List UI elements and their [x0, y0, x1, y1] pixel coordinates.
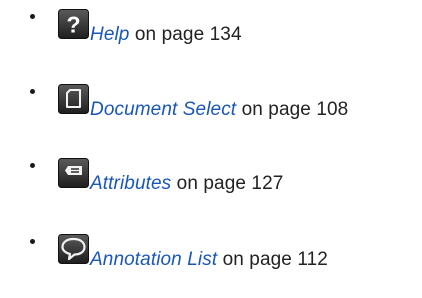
attributes-icon — [58, 158, 89, 188]
bullet — [30, 239, 35, 244]
help-icon: ? — [58, 9, 89, 39]
document-icon — [58, 84, 89, 114]
speech-bubble-icon — [58, 234, 89, 264]
help-link[interactable]: Help — [90, 24, 129, 45]
page-reference: on page 108 — [241, 99, 349, 120]
list-item: Annotation List on page 112 — [0, 232, 422, 276]
bullet — [30, 163, 35, 168]
bullet — [30, 14, 35, 19]
reference-text: Annotation List on page 112 — [90, 248, 328, 272]
list-item: ? Help on page 134 — [0, 7, 422, 51]
list-item: Attributes on page 127 — [0, 156, 422, 200]
bullet — [30, 89, 35, 94]
list-item: Document Select on page 108 — [0, 82, 422, 126]
reference-list: ? Help on page 134 Document Select on pa… — [0, 0, 422, 298]
page-reference: on page 134 — [134, 24, 242, 45]
document-select-link[interactable]: Document Select — [90, 99, 236, 120]
page-reference: on page 112 — [222, 249, 328, 270]
reference-text: Document Select on page 108 — [90, 98, 348, 122]
annotation-list-link[interactable]: Annotation List — [90, 249, 217, 270]
attributes-link[interactable]: Attributes — [90, 173, 171, 194]
svg-text:?: ? — [66, 12, 80, 38]
page-reference: on page 127 — [176, 173, 284, 194]
reference-text: Help on page 134 — [90, 23, 242, 47]
reference-text: Attributes on page 127 — [90, 172, 283, 196]
